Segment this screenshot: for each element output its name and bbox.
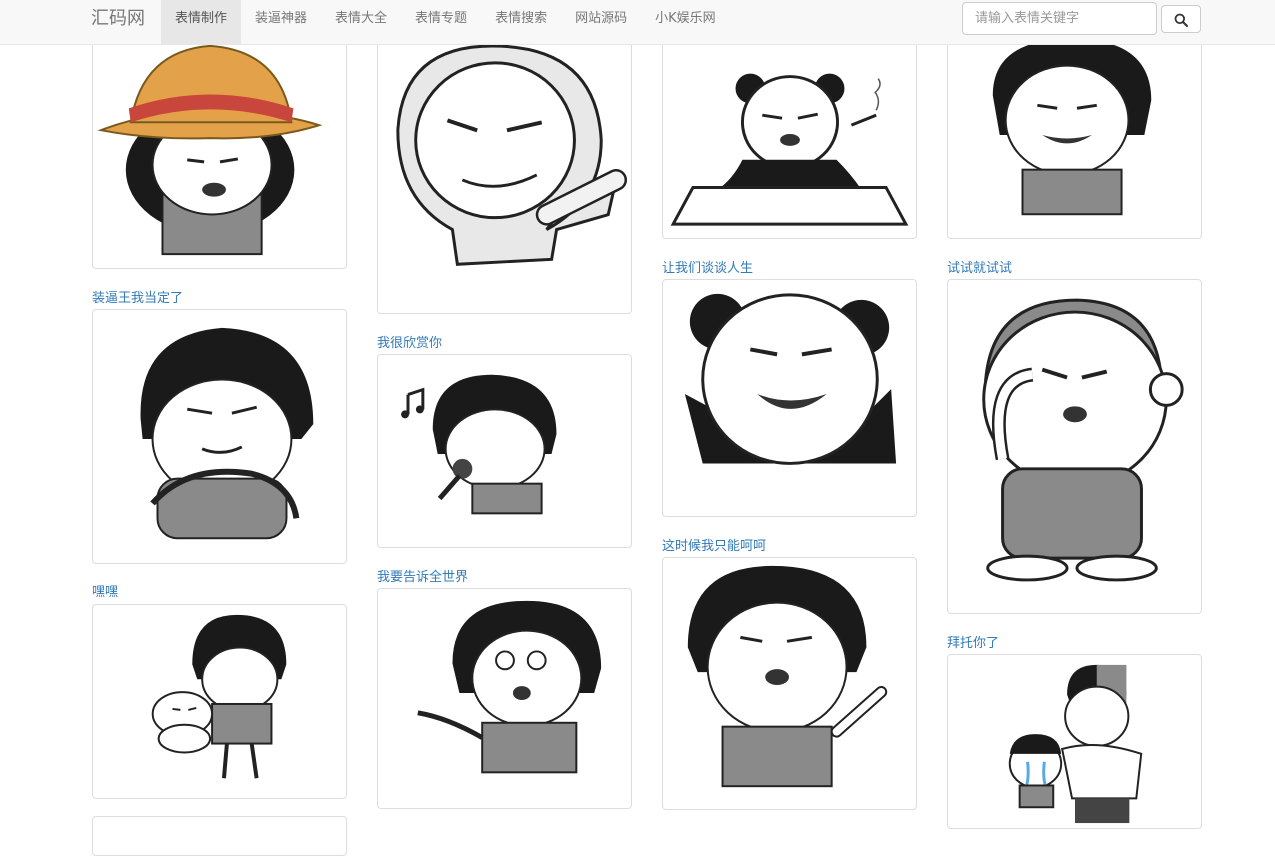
caption-show-off-king[interactable]: 装逼王我当定了 <box>92 290 183 308</box>
emoji-card-straw-hat[interactable] <box>92 30 347 269</box>
emoji-card-hehe[interactable] <box>92 604 347 799</box>
search-button[interactable] <box>1161 5 1201 33</box>
emoji-card-smug-face[interactable] <box>377 30 632 314</box>
nav-item-show-off-tool[interactable]: 装逼神器 <box>241 0 321 38</box>
emoji-card-crying-bowl-cut[interactable] <box>947 30 1202 239</box>
emoji-card-talk-about-life[interactable] <box>662 279 917 517</box>
emoji-image <box>992 38 1152 216</box>
emoji-image <box>396 44 628 266</box>
emoji-image <box>140 327 314 540</box>
emoji-image <box>151 614 287 779</box>
emoji-card-only-hehe[interactable] <box>662 557 917 810</box>
emoji-image <box>1008 664 1143 824</box>
emoji-image <box>670 73 909 226</box>
nav-item-emoji-collection[interactable]: 表情大全 <box>321 0 401 38</box>
caption-tell-the-world[interactable]: 我要告诉全世界 <box>377 569 468 587</box>
nav-item-emoji-topics[interactable]: 表情专题 <box>401 0 481 38</box>
brand-logo[interactable]: 汇码网 <box>91 0 145 38</box>
search-input[interactable] <box>962 2 1157 35</box>
emoji-card-show-off-king[interactable] <box>92 309 347 564</box>
search-icon <box>1174 12 1188 27</box>
emoji-card-partial[interactable] <box>92 816 347 856</box>
caption-appreciate-you[interactable]: 我很欣赏你 <box>377 335 442 353</box>
emoji-image <box>97 44 323 256</box>
emoji-card-appreciate-you[interactable] <box>377 354 632 548</box>
emoji-card-try-it[interactable] <box>947 279 1202 614</box>
emoji-image <box>982 298 1184 582</box>
emoji-card-panda-smoking[interactable] <box>662 30 917 239</box>
caption-hehe[interactable]: 嘿嘿 <box>92 584 118 602</box>
emoji-image <box>684 293 897 465</box>
nav-item-emoji-search[interactable]: 表情搜索 <box>481 0 561 38</box>
emoji-card-please[interactable] <box>947 654 1202 829</box>
nav-item-site-source[interactable]: 网站源码 <box>561 0 641 38</box>
emoji-image <box>687 565 888 788</box>
caption-talk-about-life[interactable]: 让我们谈谈人生 <box>662 260 753 278</box>
emoji-image <box>417 600 602 774</box>
emoji-card-tell-the-world[interactable] <box>377 588 632 809</box>
nav-item-emoji-maker[interactable]: 表情制作 <box>161 0 242 44</box>
nav-item-xiaok[interactable]: 小K娱乐网 <box>641 0 730 38</box>
caption-only-hehe[interactable]: 这时候我只能呵呵 <box>662 538 766 556</box>
caption-please[interactable]: 拜托你了 <box>947 635 999 653</box>
emoji-image <box>401 374 557 515</box>
caption-try-it[interactable]: 试试就试试 <box>947 260 1012 278</box>
main-nav: 表情制作 装逼神器 表情大全 表情专题 表情搜索 网站源码 小K娱乐网 <box>161 0 730 44</box>
top-navbar: 汇码网 表情制作 装逼神器 表情大全 表情专题 表情搜索 网站源码 小K娱乐网 <box>0 0 1275 45</box>
